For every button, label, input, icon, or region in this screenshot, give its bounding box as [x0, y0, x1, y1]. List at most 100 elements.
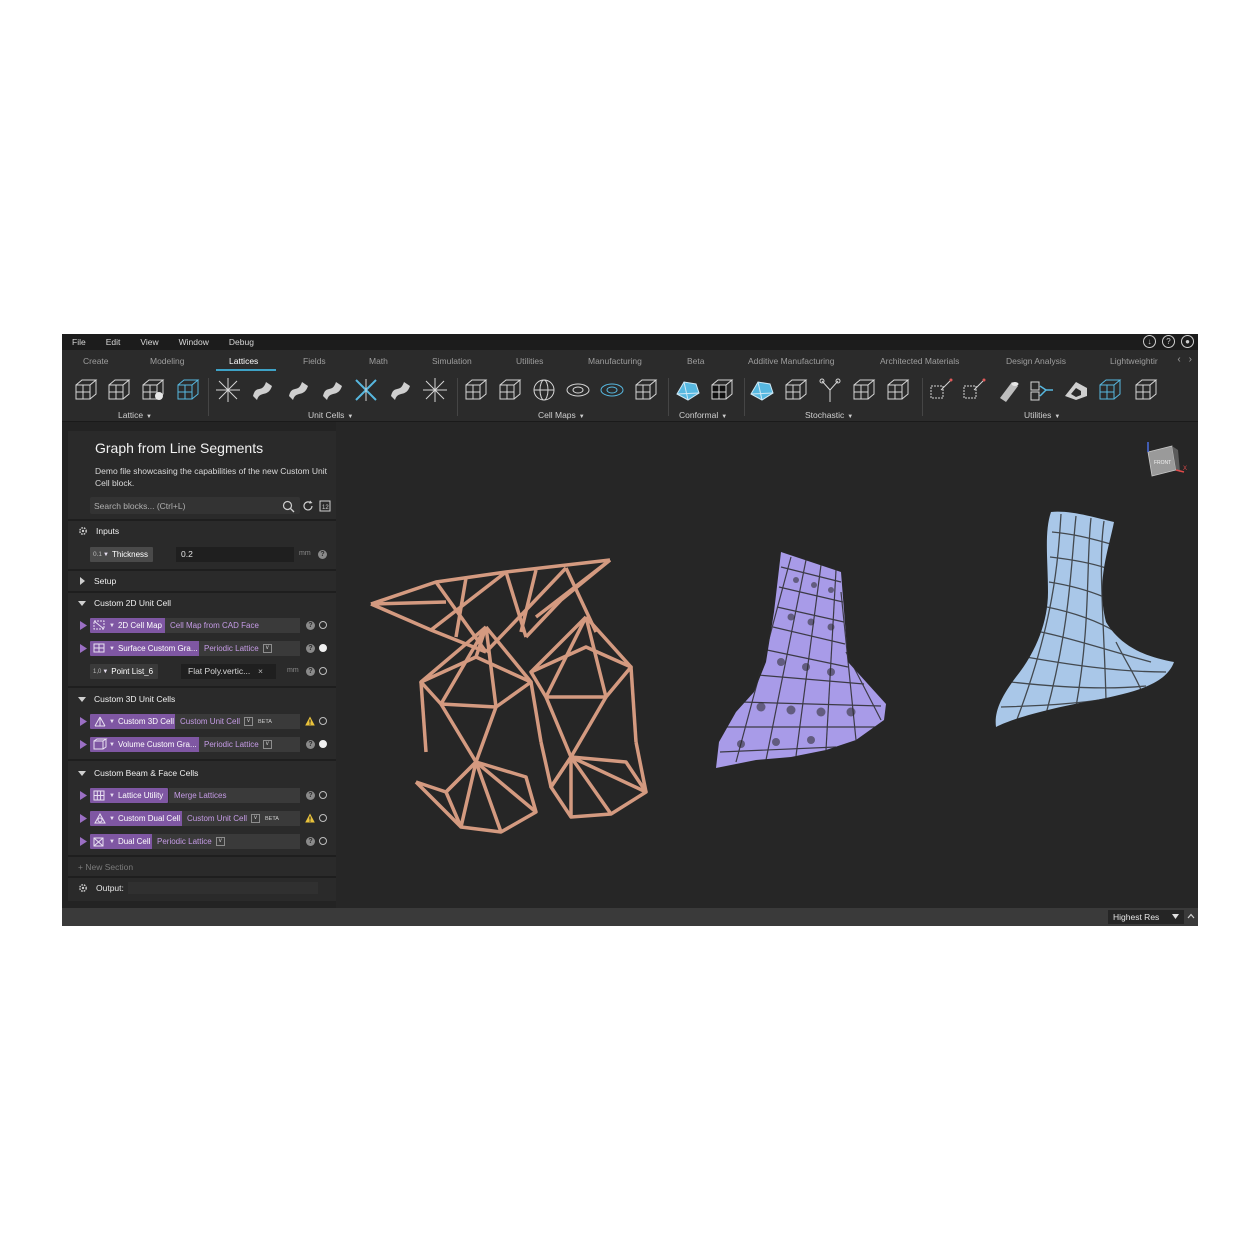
section-custom-2d-header[interactable]: Custom 2D Unit Cell	[68, 593, 336, 613]
lattice-tool-icon[interactable]	[462, 376, 490, 404]
setup-header[interactable]: Setup	[68, 571, 336, 591]
lattice-tool-icon[interactable]	[708, 376, 736, 404]
tab-create[interactable]: Create	[83, 356, 109, 366]
point-list-chip[interactable]: 1,0 ▼ Point List_6	[90, 664, 159, 679]
tab-beta[interactable]: Beta	[687, 356, 705, 366]
lattice-tool-icon[interactable]	[994, 376, 1022, 404]
menu-debug[interactable]: Debug	[229, 337, 254, 347]
help-icon[interactable]: ?	[306, 837, 315, 846]
help-icon[interactable]: ?	[306, 621, 315, 630]
resolution-select[interactable]: Highest Res	[1108, 910, 1184, 924]
block-library-icon[interactable]: 12	[319, 500, 331, 512]
lattice-tool-icon[interactable]	[214, 376, 242, 404]
block-chip[interactable]: ▼ Dual Cell	[90, 834, 156, 849]
lattice-tool-icon[interactable]	[386, 376, 414, 404]
expand-icon[interactable]	[80, 740, 87, 749]
expand-icon[interactable]	[80, 644, 87, 653]
help-icon[interactable]: ?	[306, 791, 315, 800]
tab-lattices[interactable]: Lattices	[229, 356, 258, 366]
lattice-tool-icon[interactable]	[564, 376, 592, 404]
lattice-tool-icon[interactable]	[530, 376, 558, 404]
chevron-right-icon[interactable]: ›	[1189, 354, 1192, 365]
lattice-tool-icon[interactable]	[782, 376, 810, 404]
lattice-tool-icon[interactable]	[284, 376, 312, 404]
tab-architected-materials[interactable]: Architected Materials	[880, 356, 959, 366]
output-field[interactable]	[128, 882, 318, 894]
tab-design-analysis[interactable]: Design Analysis	[1006, 356, 1066, 366]
section-custom-beam-header[interactable]: Custom Beam & Face Cells	[68, 763, 336, 783]
lattice-tool-icon[interactable]	[496, 376, 524, 404]
3d-viewport[interactable]	[336, 422, 1198, 908]
refresh-icon[interactable]	[302, 500, 314, 512]
lattice-tool-icon[interactable]	[1096, 376, 1124, 404]
group-cell-maps-dropdown[interactable]: Cell Maps ▼	[538, 410, 585, 420]
lattice-tool-icon[interactable]	[960, 376, 988, 404]
inputs-header[interactable]: Inputs	[68, 521, 336, 541]
help-icon[interactable]: ?	[306, 667, 315, 676]
warning-icon[interactable]	[305, 716, 315, 726]
block-type-select[interactable]: Merge Lattices	[169, 788, 300, 803]
tab-utilities[interactable]: Utilities	[516, 356, 543, 366]
lattice-tool-icon[interactable]	[1132, 376, 1160, 404]
chevron-down-icon[interactable]: v	[262, 740, 272, 749]
lattice-tool-icon[interactable]	[927, 376, 955, 404]
lattice-tool-icon[interactable]	[352, 376, 380, 404]
chevron-down-icon[interactable]: v	[262, 644, 272, 653]
group-lattice-dropdown[interactable]: Lattice ▼	[118, 410, 152, 420]
help-icon[interactable]: ?	[306, 740, 315, 749]
block-type-select[interactable]: Custom Unit Cell v BETA	[175, 714, 300, 729]
group-unit-cells-dropdown[interactable]: Unit Cells ▼	[308, 410, 353, 420]
expand-icon[interactable]	[80, 791, 87, 800]
block-chip[interactable]: ▼ Custom Dual Cell	[90, 811, 186, 826]
block-type-select[interactable]: Periodic Lattice v	[152, 834, 300, 849]
lattice-tool-icon[interactable]	[816, 376, 844, 404]
lattice-tool-icon[interactable]	[174, 376, 202, 404]
lattice-tool-icon[interactable]	[674, 376, 702, 404]
tab-modeling[interactable]: Modeling	[150, 356, 185, 366]
section-custom-3d-header[interactable]: Custom 3D Unit Cells	[68, 689, 336, 709]
block-chip[interactable]: ▼ Lattice Utility	[90, 788, 169, 803]
tab-math[interactable]: Math	[369, 356, 388, 366]
menu-window[interactable]: Window	[179, 337, 209, 347]
block-type-select[interactable]: Custom Unit Cell v BETA	[182, 811, 300, 826]
clear-icon[interactable]: ×	[258, 666, 263, 676]
tab-lightweighting[interactable]: Lightweightir	[1110, 356, 1158, 366]
group-stochastic-dropdown[interactable]: Stochastic ▼	[805, 410, 853, 420]
expand-icon[interactable]	[80, 717, 87, 726]
chevron-down-icon[interactable]: v	[215, 837, 225, 846]
lattice-tool-icon[interactable]	[72, 376, 100, 404]
menu-file[interactable]: File	[72, 337, 86, 347]
help-icon[interactable]: ?	[306, 644, 315, 653]
lattice-tool-icon[interactable]	[421, 376, 449, 404]
tab-fields[interactable]: Fields	[303, 356, 326, 366]
warning-icon[interactable]	[305, 813, 315, 823]
thickness-chip[interactable]: 0.1 ▼ Thickness	[90, 547, 154, 562]
new-section-button[interactable]: + New Section	[78, 862, 133, 872]
tab-simulation[interactable]: Simulation	[432, 356, 472, 366]
block-chip[interactable]: ▼ Surface Custom Gra...	[90, 641, 203, 656]
block-chip[interactable]: ▼ Custom 3D Cell	[90, 714, 179, 729]
lattice-tool-icon[interactable]	[850, 376, 878, 404]
lattice-tool-icon[interactable]	[318, 376, 346, 404]
expand-icon[interactable]	[80, 837, 87, 846]
block-chip[interactable]: ▼ Volume Custom Gra...	[90, 737, 202, 752]
search-input[interactable]	[94, 499, 274, 512]
lattice-tool-icon[interactable]	[105, 376, 133, 404]
chevron-left-icon[interactable]: ‹	[1177, 354, 1180, 365]
tab-additive-manufacturing[interactable]: Additive Manufacturing	[748, 356, 834, 366]
menu-view[interactable]: View	[140, 337, 158, 347]
block-chip[interactable]: ▼ 2D Cell Map	[90, 618, 167, 633]
chevron-down-icon[interactable]: v	[244, 717, 254, 726]
block-type-select[interactable]: Periodic Lattice v	[199, 737, 300, 752]
expand-icon[interactable]	[80, 814, 87, 823]
group-conformal-dropdown[interactable]: Conformal ▼	[679, 410, 727, 420]
search-icon[interactable]	[282, 500, 295, 513]
menu-edit[interactable]: Edit	[106, 337, 121, 347]
view-cube[interactable]: FRONT X	[1142, 440, 1190, 480]
lattice-tool-icon[interactable]	[598, 376, 626, 404]
block-type-select[interactable]: Periodic Lattice v	[199, 641, 300, 656]
help-icon[interactable]: ?	[1162, 335, 1175, 348]
chevron-up-icon[interactable]	[1186, 911, 1196, 921]
block-type-select[interactable]: Cell Map from CAD Face	[165, 618, 300, 633]
group-utilities-dropdown[interactable]: Utilities ▼	[1024, 410, 1060, 420]
